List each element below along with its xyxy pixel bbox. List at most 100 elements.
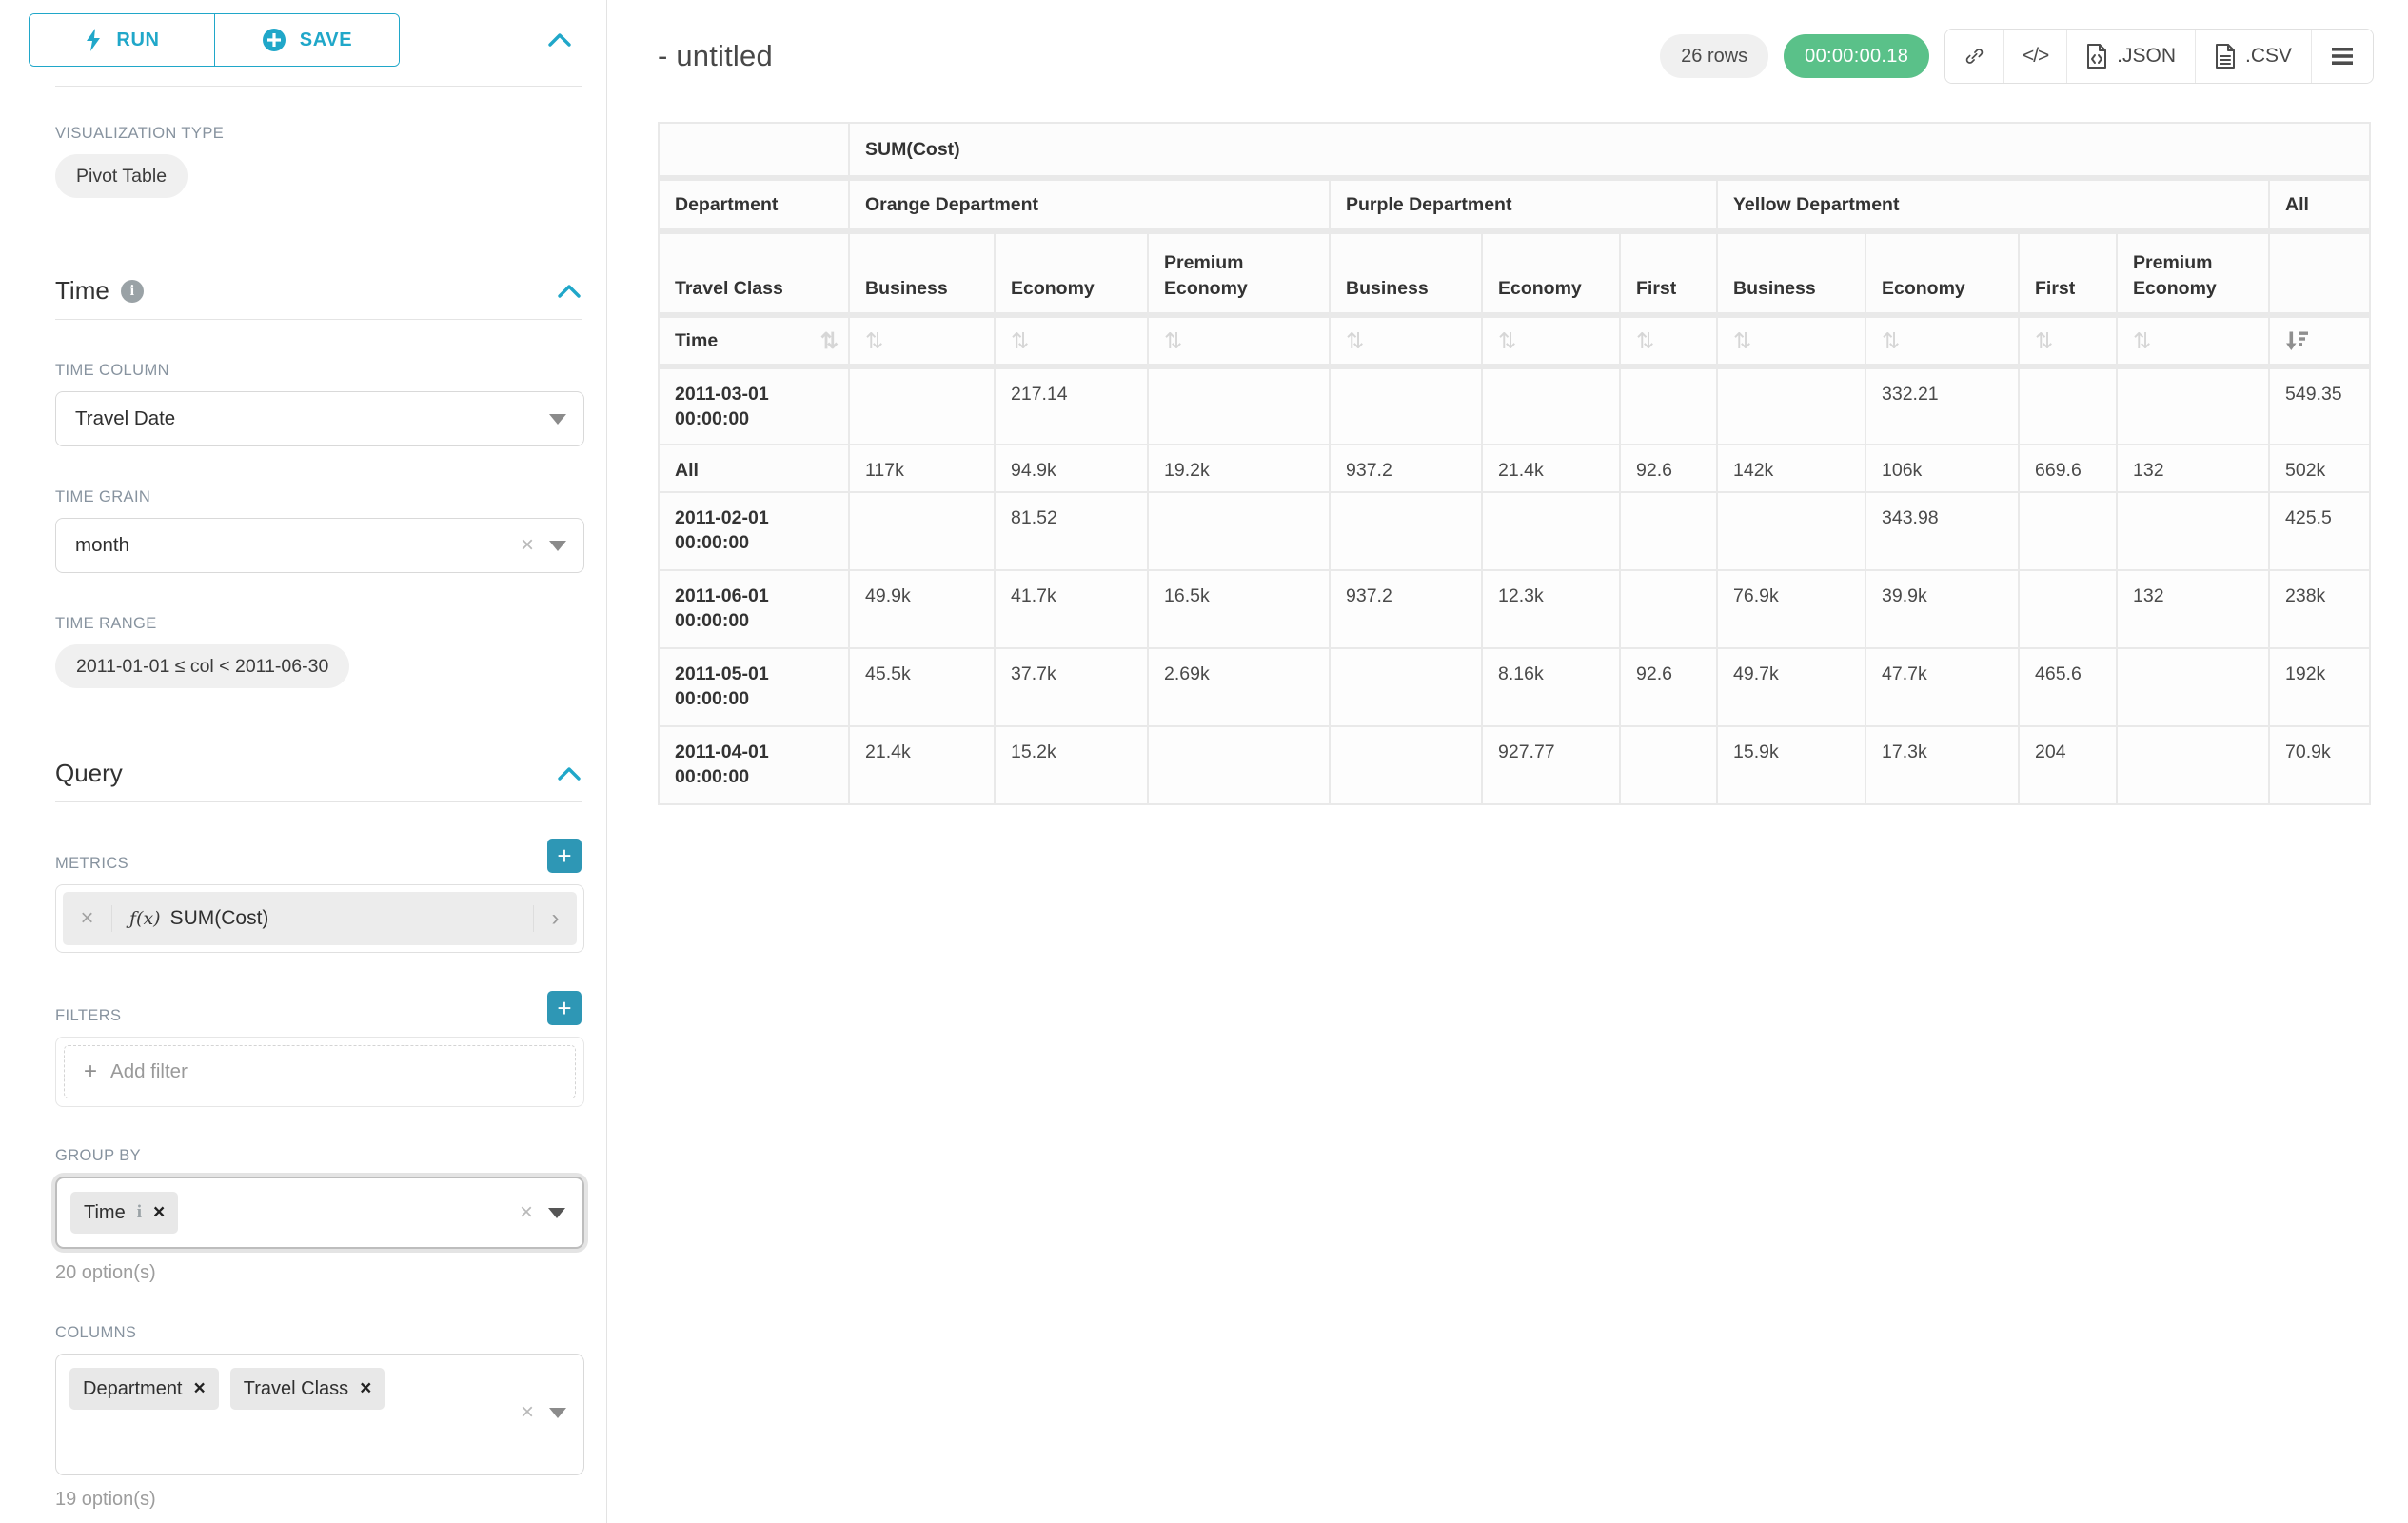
sort-icon[interactable]: ⇅ [2035,328,2053,353]
value-cell: 343.98 [1865,492,2019,570]
run-button[interactable]: RUN [30,14,214,66]
sort-cell[interactable]: ⇅ [1148,315,1330,366]
sort-icon[interactable]: ⇅ [820,328,839,353]
visualization-type-label: VISUALIZATION TYPE [55,125,582,143]
clear-icon[interactable]: × [521,1401,534,1424]
add-metric-button[interactable]: + [547,839,582,873]
time-column-select[interactable]: Travel Date [55,391,584,446]
section-query: Query [55,759,582,788]
sort-cell[interactable] [2269,315,2370,366]
sort-cell[interactable]: ⇅ [2117,315,2269,366]
time-grain-value: month [75,534,129,557]
time-range-label: TIME RANGE [55,615,582,633]
metric-item[interactable]: × ƒ(x) SUM(Cost) › [63,892,577,945]
add-filter-button[interactable]: + Add filter [64,1045,576,1098]
menu-button[interactable] [2312,30,2373,83]
value-cell: 92.6 [1620,648,1717,726]
save-button[interactable]: SAVE [214,14,399,66]
row-label: 2011-06-01 00:00:00 [659,570,849,648]
value-cell [1482,366,1620,445]
time-grain-select[interactable]: month × [55,518,584,573]
selected-option-tag[interactable]: Timei× [70,1192,178,1234]
travel-class-header: Premium Economy [2117,231,2269,315]
columns-select[interactable]: Department×Travel Class× × [55,1354,584,1475]
visualization-type-value[interactable]: Pivot Table [55,154,188,198]
sort-icon[interactable]: ⇅ [1346,328,1364,353]
remove-tag-icon[interactable]: × [194,1377,206,1400]
sort-icon[interactable]: ⇅ [1011,328,1029,353]
sort-cell[interactable]: ⇅ [995,315,1148,366]
sort-cell[interactable]: ⇅ [2019,315,2117,366]
value-cell: 106k [1865,445,2019,492]
chart-type-collapse-icon[interactable] [547,32,572,48]
sort-icon[interactable]: ⇅ [1636,328,1654,353]
sort-icon[interactable]: ⇅ [1498,328,1516,353]
row-count-badge: 26 rows [1660,34,1768,78]
sort-cell[interactable]: ⇅ [1330,315,1482,366]
time-column-label: TIME COLUMN [55,362,582,380]
sort-cell[interactable]: ⇅ [1620,315,1717,366]
lightning-icon [84,28,103,52]
value-cell: 94.9k [995,445,1148,492]
department-group-header: Orange Department [849,178,1330,231]
time-collapse-icon[interactable] [557,284,582,299]
selected-option-tag[interactable]: Travel Class× [230,1368,385,1410]
add-filter-label: Add filter [110,1060,188,1083]
sort-icon[interactable]: ⇅ [1733,328,1751,353]
expand-metric-icon[interactable]: › [533,905,577,932]
value-cell [1148,366,1330,445]
value-cell: 39.9k [1865,570,2019,648]
file-code-icon [2086,44,2107,69]
remove-tag-icon[interactable]: × [153,1201,165,1224]
sort-cell[interactable]: ⇅ [1482,315,1620,366]
value-cell: 19.2k [1148,445,1330,492]
time-range-value[interactable]: 2011-01-01 ≤ col < 2011-06-30 [55,644,349,688]
value-cell: 502k [2269,445,2370,492]
copy-link-button[interactable] [1945,30,2004,83]
chart-title[interactable]: - untitled [658,39,773,73]
sort-icon[interactable]: ⇅ [865,328,883,353]
value-cell [2117,648,2269,726]
time-axis-label[interactable]: Time⇅ [659,315,849,366]
sort-descending-active-icon[interactable] [2285,329,2309,352]
value-cell [1330,648,1482,726]
groupby-select[interactable]: Timei× × [55,1177,584,1249]
remove-tag-icon[interactable]: × [360,1377,371,1400]
value-cell [2117,492,2269,570]
sort-icon[interactable]: ⇅ [2133,328,2151,353]
sort-icon[interactable]: ⇅ [1164,328,1182,353]
department-group-header: Purple Department [1330,178,1717,231]
travel-class-header: Economy [1482,231,1620,315]
value-cell: 41.7k [995,570,1148,648]
view-query-button[interactable]: </> [2004,30,2067,83]
value-cell [1330,366,1482,445]
value-cell [1620,492,1717,570]
clear-icon[interactable]: × [520,1201,533,1224]
file-lines-icon [2215,44,2236,69]
value-cell: 15.2k [995,726,1148,804]
sort-icon[interactable]: ⇅ [1882,328,1900,353]
remove-metric-icon[interactable]: × [63,905,112,932]
value-cell [1620,570,1717,648]
query-collapse-icon[interactable] [557,766,582,781]
plus-icon: + [84,1058,97,1085]
table-row: 2011-05-01 00:00:0045.5k37.7k2.69k8.16k9… [659,648,2370,726]
tag-label: Department [83,1378,183,1400]
value-cell: 21.4k [1482,445,1620,492]
department-group-header: All [2269,178,2370,231]
add-filter-plus-button[interactable]: + [547,991,582,1025]
function-icon: ƒ(x) [129,908,161,929]
value-cell: 142k [1717,445,1865,492]
table-row: All117k94.9k19.2k937.221.4k92.6142k106k6… [659,445,2370,492]
selected-option-tag[interactable]: Department × [69,1368,219,1410]
control-panel: RUN SAVE Chart Type VISUALIZATION TYPE P… [0,0,607,1523]
sort-cell[interactable]: ⇅ [1717,315,1865,366]
time-section-title: Time [55,276,109,306]
pivot-table: SUM(Cost)DepartmentOrange DepartmentPurp… [658,122,2371,805]
control-panel-scroll[interactable]: Chart Type VISUALIZATION TYPE Pivot Tabl… [0,38,606,1523]
clear-icon[interactable]: × [521,534,534,557]
sort-cell[interactable]: ⇅ [1865,315,2019,366]
export-json-button[interactable]: .JSON [2067,30,2196,83]
export-csv-button[interactable]: .CSV [2196,30,2312,83]
sort-cell[interactable]: ⇅ [849,315,995,366]
